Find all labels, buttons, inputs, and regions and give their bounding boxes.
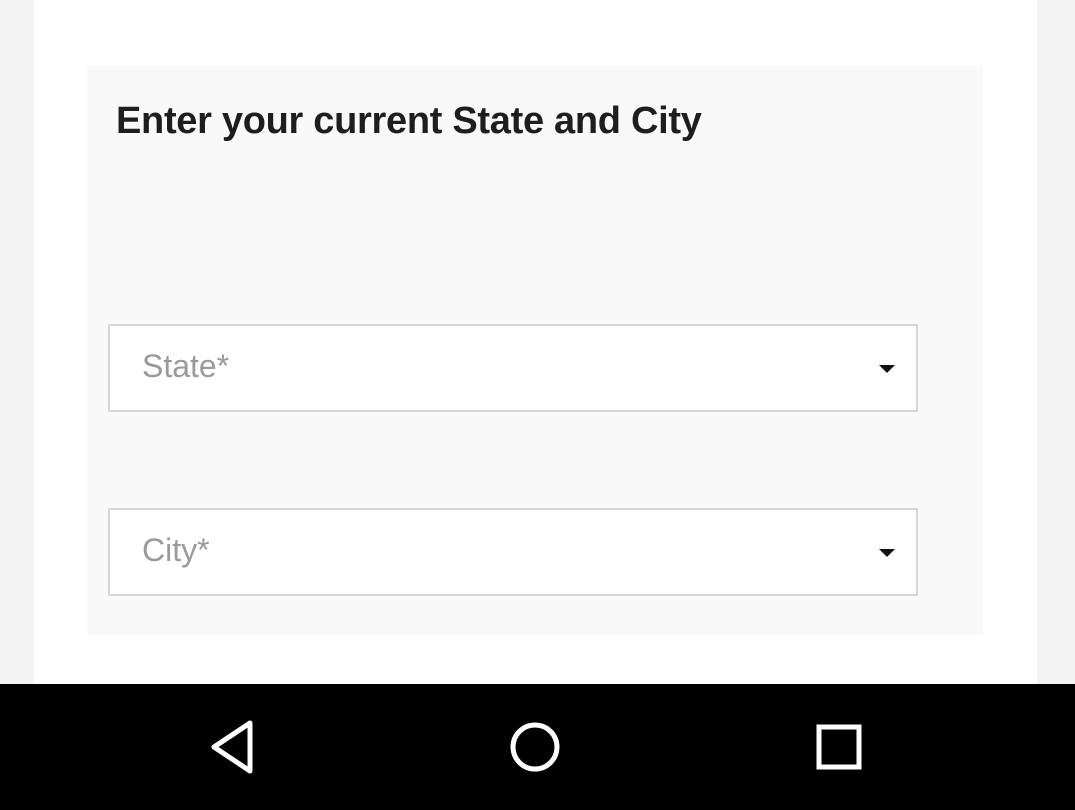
city-select[interactable]: City* xyxy=(108,508,918,596)
back-button[interactable] xyxy=(198,711,270,783)
home-button[interactable] xyxy=(499,711,571,783)
city-select-placeholder: City* xyxy=(142,532,210,568)
home-circle-icon xyxy=(510,722,560,772)
page-margin-right xyxy=(1037,0,1075,684)
state-select[interactable]: State* xyxy=(108,324,918,412)
system-navigation-bar xyxy=(0,684,1075,810)
page-margin-left xyxy=(0,0,34,684)
back-triangle-icon xyxy=(211,720,253,774)
content-column: Enter your current State and City State*… xyxy=(34,0,1037,684)
dropdown-arrow-icon xyxy=(879,365,895,373)
form-title: Enter your current State and City xyxy=(116,100,702,142)
dropdown-arrow-icon xyxy=(879,549,895,557)
recents-button[interactable] xyxy=(803,711,875,783)
state-select-placeholder: State* xyxy=(142,348,230,384)
location-form-card: Enter your current State and City State*… xyxy=(87,66,983,635)
recents-square-icon xyxy=(816,724,862,770)
